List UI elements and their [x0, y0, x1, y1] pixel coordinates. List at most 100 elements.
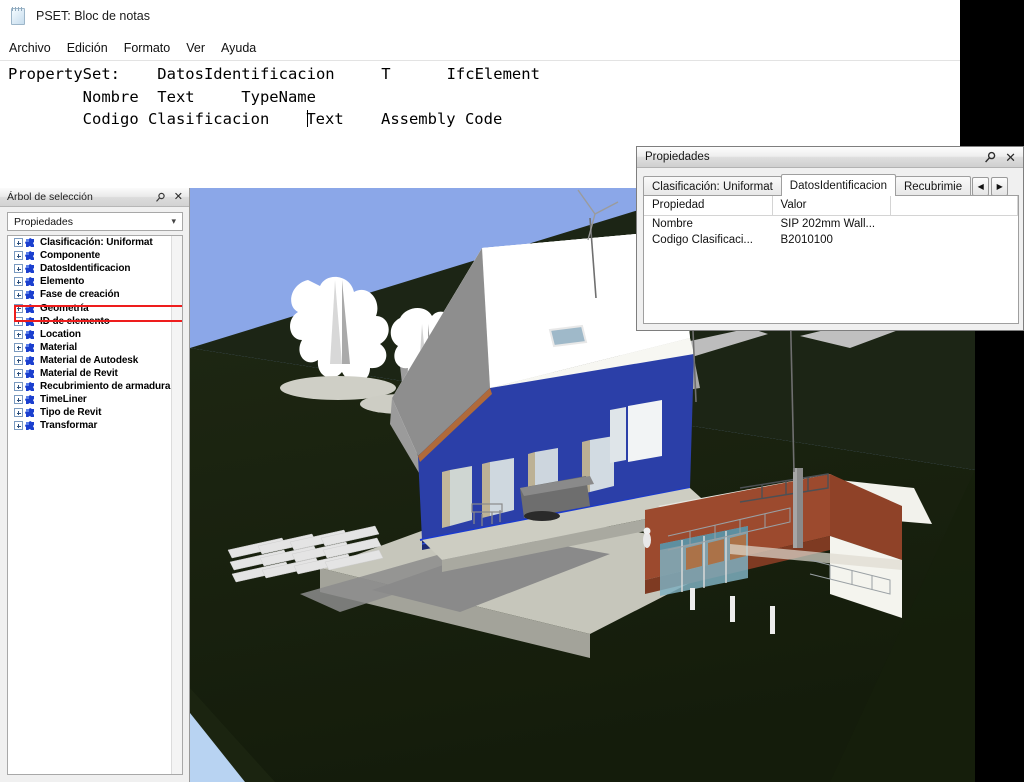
expand-icon[interactable] [14, 290, 23, 300]
tree-item-componente[interactable]: Componente [8, 249, 182, 262]
notepad-title-text: PSET: Bloc de notas [36, 9, 150, 23]
puzzle-piece-icon [25, 289, 37, 300]
tree-item-transformar[interactable]: Transformar [8, 419, 182, 432]
notepad-titlebar: PSET: Bloc de notas [0, 0, 960, 32]
expand-icon[interactable] [14, 382, 23, 392]
tree-item-label: ID de elemento [40, 315, 110, 327]
tree-panel-titlebar: Árbol de selección ✕ [0, 188, 189, 207]
notepad-line-3-suffix: Text Assembly Code [306, 110, 503, 128]
tree-item-label: Material de Revit [40, 367, 118, 379]
properties-panel: Propiedades ✕ Clasificación: Uniformat D… [636, 146, 1024, 331]
tree-item-location[interactable]: Location [8, 328, 182, 341]
tree-select-value: Propiedades [14, 215, 73, 228]
puzzle-piece-icon [25, 316, 37, 327]
cell-empty [890, 232, 1018, 248]
tab-label: DatosIdentificacion [789, 179, 887, 192]
tree-item-id-de-elemento[interactable]: ID de elemento [8, 315, 182, 328]
tree-item-label: Recubrimiento de armadura [40, 381, 171, 393]
close-icon[interactable]: ✕ [174, 191, 183, 203]
arrow-left-icon[interactable]: ◀ [972, 177, 990, 196]
tree-item-label: TimeLiner [40, 394, 87, 406]
menu-ver[interactable]: Ver [186, 40, 213, 56]
tree-item-clasificaci-n-uniformat[interactable]: Clasificación: Uniformat [8, 236, 182, 249]
expand-icon[interactable] [14, 421, 23, 431]
menu-archivo[interactable]: Archivo [9, 40, 59, 56]
tree-item-elemento[interactable]: Elemento [8, 275, 182, 288]
tab-datosidentificacion[interactable]: DatosIdentificacion [780, 174, 896, 196]
notepad-line-3-prefix: Codigo Clasificacion [8, 110, 307, 128]
puzzle-piece-icon [25, 276, 37, 287]
properties-table-container[interactable]: Propiedad Valor Nombre SIP 202mm Wall... C… [643, 195, 1019, 324]
tab-recubrimiento[interactable]: Recubrimie [894, 176, 972, 196]
chevron-down-icon: ▾ [171, 216, 176, 226]
tree-list[interactable]: Clasificación: Uniformat Componente DatosI… [7, 235, 183, 775]
expand-icon[interactable] [14, 316, 23, 326]
tab-clasificacion-uniformat[interactable]: Clasificación: Uniformat [643, 176, 782, 196]
notepad-icon [9, 6, 27, 26]
expand-icon[interactable] [14, 329, 23, 339]
arrow-right-icon[interactable]: ▶ [991, 177, 1009, 196]
tree-item-label: Componente [40, 250, 101, 262]
tree-item-fase-de-creaci-n[interactable]: Fase de creación [8, 288, 182, 301]
column-header-valor[interactable]: Valor [772, 196, 891, 216]
puzzle-piece-icon [25, 329, 37, 340]
table-header-row: Propiedad Valor [644, 196, 1018, 216]
expand-icon[interactable] [14, 342, 23, 352]
menu-ayuda[interactable]: Ayuda [221, 40, 264, 56]
expand-icon[interactable] [14, 238, 23, 248]
expand-icon[interactable] [14, 355, 23, 365]
column-header-empty[interactable] [890, 196, 1018, 216]
puzzle-piece-icon [25, 303, 37, 314]
expand-icon[interactable] [14, 264, 23, 274]
tree-item-label: Fase de creación [40, 289, 120, 301]
expand-icon[interactable] [14, 277, 23, 287]
properties-titlebar: Propiedades ✕ [637, 147, 1023, 168]
puzzle-piece-icon [25, 368, 37, 379]
pin-icon[interactable] [984, 151, 997, 164]
tree-property-select[interactable]: Propiedades ▾ [7, 212, 183, 231]
black-filler-top-right [960, 0, 1024, 146]
tree-item-label: Geometría [40, 302, 89, 314]
expand-icon[interactable] [14, 251, 23, 261]
skylight [548, 324, 588, 348]
cell-property-value: SIP 202mm Wall... [772, 215, 891, 232]
tree-item-label: Material de Autodesk [40, 354, 139, 366]
tree-item-label: Location [40, 328, 81, 340]
puzzle-piece-icon [25, 237, 37, 248]
tree-item-timeliner[interactable]: TimeLiner [8, 393, 182, 406]
tree-item-geometr-a[interactable]: Geometría [8, 301, 182, 314]
expand-icon[interactable] [14, 303, 23, 313]
expand-icon[interactable] [14, 395, 23, 405]
pin-icon[interactable] [155, 192, 166, 203]
properties-table: Propiedad Valor Nombre SIP 202mm Wall... C… [644, 196, 1018, 248]
table-row[interactable]: Codigo Clasificaci... B2010100 [644, 232, 1018, 248]
puzzle-piece-icon [25, 381, 37, 392]
expand-icon[interactable] [14, 408, 23, 418]
cell-property-value: B2010100 [772, 232, 891, 248]
tree-item-label: Tipo de Revit [40, 407, 102, 419]
tree-panel-title: Árbol de selección [7, 191, 93, 203]
tree-item-material-de-revit[interactable]: Material de Revit [8, 367, 182, 380]
tree-item-tipo-de-revit[interactable]: Tipo de Revit [8, 406, 182, 419]
tree-item-material[interactable]: Material [8, 341, 182, 354]
close-icon[interactable]: ✕ [1005, 151, 1016, 164]
tree-item-recubrimiento-de-armadura[interactable]: Recubrimiento de armadura [8, 380, 182, 393]
properties-titlebar-buttons: ✕ [984, 151, 1023, 164]
properties-panel-title: Propiedades [645, 151, 710, 163]
puzzle-piece-icon [25, 263, 37, 274]
menu-edicion[interactable]: Edición [67, 40, 116, 56]
tree-scrollbar[interactable] [171, 236, 182, 774]
tree-rows-container: Clasificación: Uniformat Componente DatosI… [8, 236, 182, 432]
column-header-propiedad[interactable]: Propiedad [644, 196, 773, 216]
table-row[interactable]: Nombre SIP 202mm Wall... [644, 215, 1018, 232]
properties-tabstrip: Clasificación: Uniformat DatosIdentifica… [643, 174, 1019, 196]
tree-item-label: DatosIdentificacion [40, 263, 131, 275]
tab-label: Clasificación: Uniformat [652, 180, 773, 193]
notepad-menubar: Archivo Edición Formato Ver Ayuda [0, 36, 960, 60]
tree-item-material-de-autodesk[interactable]: Material de Autodesk [8, 354, 182, 367]
expand-icon[interactable] [14, 368, 23, 378]
menu-formato[interactable]: Formato [124, 40, 179, 56]
tree-item-datosidentificacion[interactable]: DatosIdentificacion [8, 262, 182, 275]
tab-label: Recubrimie [903, 180, 963, 193]
puzzle-piece-icon [25, 342, 37, 353]
